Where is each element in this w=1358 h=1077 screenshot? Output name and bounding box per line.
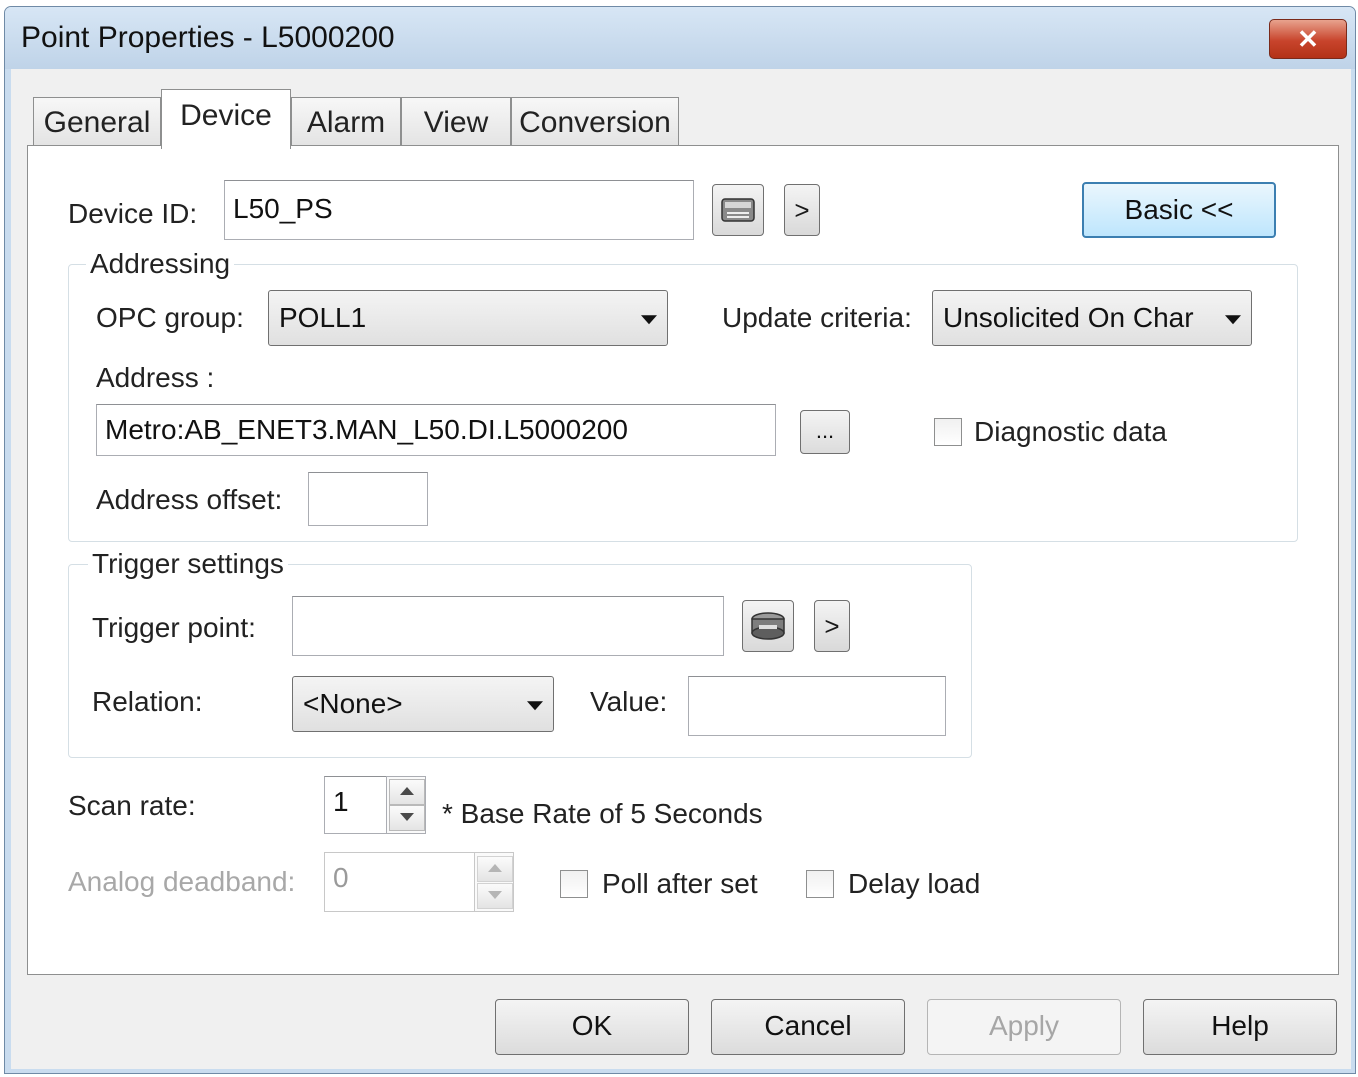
analog-deadband-input: 0 bbox=[324, 852, 474, 912]
trigger-value-label: Value: bbox=[590, 686, 668, 717]
tab-general[interactable]: General bbox=[33, 97, 161, 147]
opc-group-label: OPC group: bbox=[96, 302, 244, 333]
window-title: Point Properties - L5000200 bbox=[21, 21, 395, 54]
analog-deadband-label: Analog deadband: bbox=[68, 866, 296, 897]
poll-after-set-checkbox[interactable] bbox=[560, 870, 588, 898]
analog-deadband-spinner bbox=[474, 852, 514, 912]
address-input[interactable]: Metro:AB_ENET3.MAN_L50.DI.L5000200 bbox=[96, 404, 776, 456]
addressing-group-title: Addressing bbox=[86, 248, 235, 280]
relation-label: Relation: bbox=[92, 686, 203, 717]
opc-group-select[interactable]: POLL1 bbox=[268, 290, 668, 346]
trigger-value-input[interactable] bbox=[688, 676, 946, 736]
chevron-down-icon bbox=[527, 701, 543, 711]
relation-value: <None> bbox=[303, 688, 403, 719]
title-bar[interactable]: Point Properties - L5000200 ✕ bbox=[5, 7, 1355, 69]
ok-button[interactable]: OK bbox=[495, 999, 689, 1055]
address-offset-label: Address offset: bbox=[96, 484, 283, 515]
scan-rate-down-button[interactable] bbox=[389, 805, 425, 831]
tab-device[interactable]: Device bbox=[161, 89, 291, 149]
delay-load-checkbox[interactable] bbox=[806, 870, 834, 898]
scan-rate-note: * Base Rate of 5 Seconds bbox=[442, 798, 763, 829]
tab-device-label: Device bbox=[180, 99, 272, 132]
tab-conversion-label: Conversion bbox=[519, 106, 671, 139]
poll-after-set-label: Poll after set bbox=[602, 868, 758, 899]
address-browse-button[interactable]: ... bbox=[800, 410, 850, 454]
update-criteria-select[interactable]: Unsolicited On Char bbox=[932, 290, 1252, 346]
scan-rate-input[interactable]: 1 bbox=[324, 776, 388, 834]
diagnostic-data-checkbox[interactable] bbox=[934, 418, 962, 446]
update-criteria-value: Unsolicited On Char bbox=[943, 302, 1194, 333]
trigger-next-button[interactable]: > bbox=[814, 600, 850, 652]
opc-group-value: POLL1 bbox=[279, 302, 367, 333]
diagnostic-data-label: Diagnostic data bbox=[974, 416, 1168, 447]
arrow-down-icon bbox=[488, 891, 502, 899]
close-button[interactable]: ✕ bbox=[1269, 19, 1347, 59]
cancel-button[interactable]: Cancel bbox=[711, 999, 905, 1055]
tab-general-label: General bbox=[43, 106, 151, 139]
deadband-down-button bbox=[477, 883, 513, 909]
delay-load-label: Delay load bbox=[848, 868, 981, 899]
trigger-browse-icon bbox=[751, 612, 785, 640]
chevron-down-icon bbox=[1225, 315, 1241, 325]
basic-toggle-button[interactable]: Basic << bbox=[1082, 182, 1276, 238]
trigger-browse-button[interactable] bbox=[742, 600, 794, 652]
arrow-up-icon bbox=[488, 864, 502, 872]
tab-alarm[interactable]: Alarm bbox=[291, 97, 401, 147]
help-button[interactable]: Help bbox=[1143, 999, 1337, 1055]
scan-rate-up-button[interactable] bbox=[389, 779, 425, 805]
scan-rate-spinner[interactable] bbox=[386, 776, 426, 834]
tab-view-label: View bbox=[423, 106, 489, 139]
deadband-up-button bbox=[477, 856, 513, 882]
trigger-settings-group-title: Trigger settings bbox=[88, 548, 288, 580]
device-id-input[interactable]: L50_PS bbox=[224, 180, 694, 240]
update-criteria-label: Update criteria: bbox=[722, 302, 912, 333]
device-browse-icon bbox=[721, 198, 755, 222]
address-label: Address : bbox=[96, 362, 215, 393]
relation-select[interactable]: <None> bbox=[292, 676, 554, 732]
address-offset-input[interactable] bbox=[308, 472, 428, 526]
tab-conversion[interactable]: Conversion bbox=[511, 97, 679, 147]
device-browse-button[interactable] bbox=[712, 184, 764, 236]
apply-button: Apply bbox=[927, 999, 1121, 1055]
arrow-down-icon bbox=[400, 813, 414, 821]
scan-rate-label: Scan rate: bbox=[68, 790, 196, 821]
tab-view[interactable]: View bbox=[401, 97, 511, 147]
device-next-button[interactable]: > bbox=[784, 184, 820, 236]
device-tab-panel: Device ID: L50_PS > Basic << Addressing … bbox=[27, 145, 1339, 975]
trigger-point-label: Trigger point: bbox=[92, 612, 256, 643]
device-id-label: Device ID: bbox=[68, 198, 198, 229]
dialog-window: Point Properties - L5000200 ✕ General De… bbox=[4, 6, 1356, 1074]
trigger-point-input[interactable] bbox=[292, 596, 724, 656]
close-icon: ✕ bbox=[1297, 24, 1319, 54]
dialog-client-area: General Device Alarm View Conversion Dev… bbox=[11, 69, 1351, 1069]
chevron-down-icon bbox=[641, 315, 657, 325]
tab-alarm-label: Alarm bbox=[306, 106, 386, 139]
arrow-up-icon bbox=[400, 787, 414, 795]
